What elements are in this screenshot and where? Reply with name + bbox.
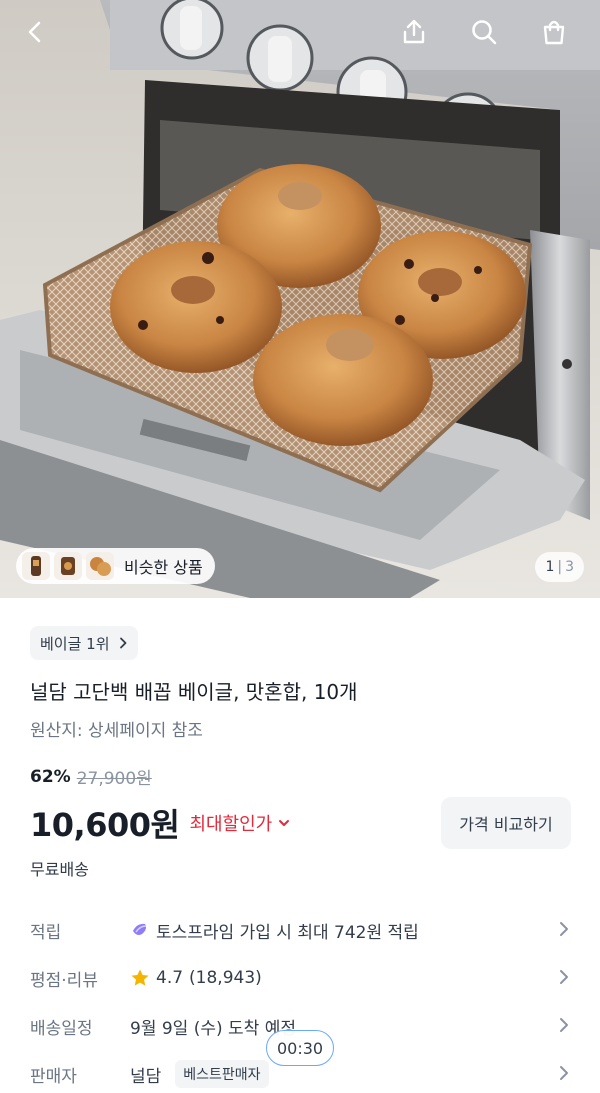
original-price: 27,900원 <box>76 769 152 789</box>
star-icon <box>131 969 149 986</box>
similar-product-thumbnail <box>54 552 82 580</box>
similar-products-button[interactable]: 비슷한 상품 <box>16 548 215 584</box>
similar-product-thumbnail <box>22 552 50 580</box>
rating-label: 평점·리뷰 <box>30 970 98 991</box>
page-current: 1 <box>545 559 555 575</box>
seller-value-wrap: 널담 베스트판매자 <box>130 1060 269 1088</box>
top-navigation-bar <box>0 0 600 64</box>
page-separator: | <box>557 559 563 575</box>
compare-prices-button[interactable]: 가격 비교하기 <box>441 797 571 849</box>
chevron-right-icon <box>560 1066 568 1080</box>
review-count: (18,943) <box>189 968 262 988</box>
product-image-carousel[interactable]: 비슷한 상품 1 | 3 <box>0 0 600 598</box>
points-value-wrap: 토스프라임 가입 시 최대 742원 적립 <box>130 918 419 943</box>
points-row[interactable]: 적립 토스프라임 가입 시 최대 742원 적립 <box>30 906 570 954</box>
image-page-indicator: 1 | 3 <box>535 552 584 582</box>
chevron-right-icon <box>560 970 568 984</box>
sale-price: 10,600원 <box>30 806 180 844</box>
delivery-label: 배송일정 <box>30 1018 93 1039</box>
seller-name: 널담 <box>130 1066 162 1087</box>
ranking-badge[interactable]: 베이글 1위 <box>30 626 138 660</box>
similar-products-label: 비슷한 상품 <box>124 558 203 577</box>
rating-review-row[interactable]: 평점·리뷰 4.7 (18,943) <box>30 954 570 1002</box>
similar-product-thumbnail <box>86 552 114 580</box>
page-total: 3 <box>565 559 574 575</box>
product-photo <box>0 0 600 598</box>
points-label: 적립 <box>30 922 62 943</box>
seller-label: 판매자 <box>30 1066 77 1087</box>
chevron-down-icon <box>279 820 290 826</box>
share-icon[interactable] <box>392 10 436 54</box>
chevron-right-icon <box>560 1018 568 1032</box>
price-row: 10,600원 최대할인가 <box>30 800 290 846</box>
timer-overlay: 00:30 <box>266 1030 335 1066</box>
chevron-right-icon <box>560 922 568 936</box>
points-value: 토스프라임 가입 시 최대 742원 적립 <box>156 922 419 943</box>
best-seller-badge: 베스트판매자 <box>175 1060 269 1088</box>
discount-row: 62% 27,900원 <box>30 764 152 790</box>
rating-value-wrap: 4.7 (18,943) <box>130 968 262 988</box>
max-discount-label: 최대할인가 <box>189 814 273 835</box>
product-title: 널담 고단백 배꼽 베이글, 맛혼합, 10개 <box>30 680 358 704</box>
origin-info: 원산지: 상세페이지 참조 <box>30 721 203 741</box>
discount-rate: 62% <box>30 766 71 787</box>
search-icon[interactable] <box>462 10 506 54</box>
max-discount-dropdown[interactable]: 최대할인가 <box>189 810 290 836</box>
ranking-badge-label: 베이글 1위 <box>40 634 110 653</box>
shipping-info: 무료배송 <box>30 860 89 879</box>
chevron-right-icon <box>119 637 126 649</box>
rating-value: 4.7 <box>156 968 184 988</box>
back-icon[interactable] <box>14 10 58 54</box>
shopping-bag-icon[interactable] <box>532 10 576 54</box>
toss-prime-icon <box>133 923 147 935</box>
